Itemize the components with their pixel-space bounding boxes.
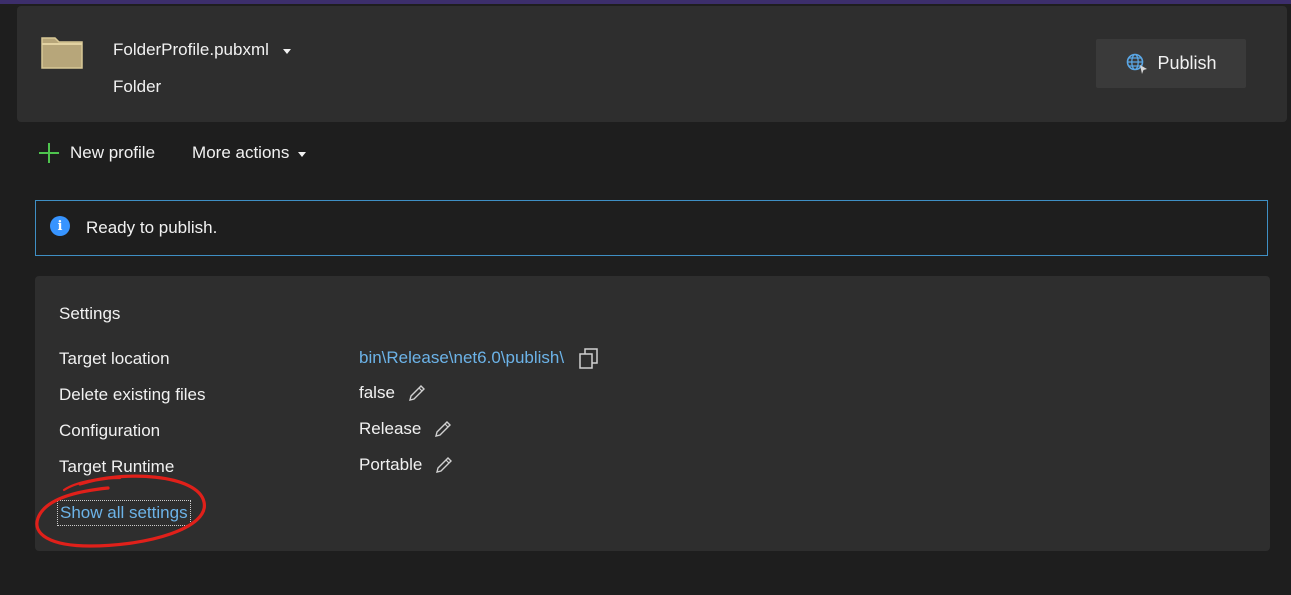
copy-icon[interactable]	[578, 347, 600, 369]
setting-label-configuration: Configuration	[59, 421, 161, 440]
setting-value-target-runtime: Portable	[359, 455, 454, 475]
plus-icon	[39, 143, 59, 163]
window-top-accent	[0, 0, 1291, 4]
target-runtime-value: Portable	[359, 455, 423, 474]
setting-label-target-runtime: Target Runtime	[59, 457, 175, 476]
profile-type: Folder	[113, 77, 162, 96]
pencil-icon[interactable]	[407, 383, 427, 403]
status-infobar: i Ready to publish.	[35, 200, 1268, 256]
info-icon: i	[50, 216, 70, 236]
publish-label: Publish	[1157, 53, 1217, 73]
chevron-down-icon	[298, 151, 307, 157]
configuration-value: Release	[359, 419, 422, 438]
more-actions-label: More actions	[192, 143, 290, 162]
settings-panel: Settings Target location bin\Release\net…	[35, 276, 1270, 551]
setting-value-delete-existing-files: false	[359, 383, 427, 403]
status-message: Ready to publish.	[86, 218, 218, 237]
publish-button[interactable]: Publish	[1096, 39, 1246, 88]
new-profile-label: New profile	[70, 143, 156, 162]
pencil-icon[interactable]	[433, 419, 453, 439]
new-profile-button[interactable]: New profile	[38, 142, 155, 164]
settings-title: Settings	[59, 304, 121, 323]
setting-value-target-location: bin\Release\net6.0\publish\	[359, 347, 600, 369]
pencil-icon[interactable]	[434, 455, 454, 475]
delete-existing-files-value: false	[359, 383, 395, 402]
folder-icon	[41, 37, 83, 69]
profile-name: FolderProfile.pubxml	[113, 40, 269, 59]
more-actions-dropdown[interactable]: More actions	[192, 143, 307, 163]
profile-header: FolderProfile.pubxml Folder Publish	[17, 6, 1287, 122]
target-location-link[interactable]: bin\Release\net6.0\publish\	[359, 348, 564, 368]
show-all-settings-link[interactable]: Show all settings	[57, 500, 191, 526]
chevron-down-icon	[282, 48, 291, 54]
globe-icon	[1127, 53, 1148, 74]
setting-value-configuration: Release	[359, 419, 453, 439]
setting-label-target-location: Target location	[59, 349, 170, 368]
profile-selector[interactable]: FolderProfile.pubxml	[113, 40, 291, 60]
setting-label-delete-existing-files: Delete existing files	[59, 385, 206, 404]
profile-toolbar: New profile More actions	[38, 140, 307, 166]
